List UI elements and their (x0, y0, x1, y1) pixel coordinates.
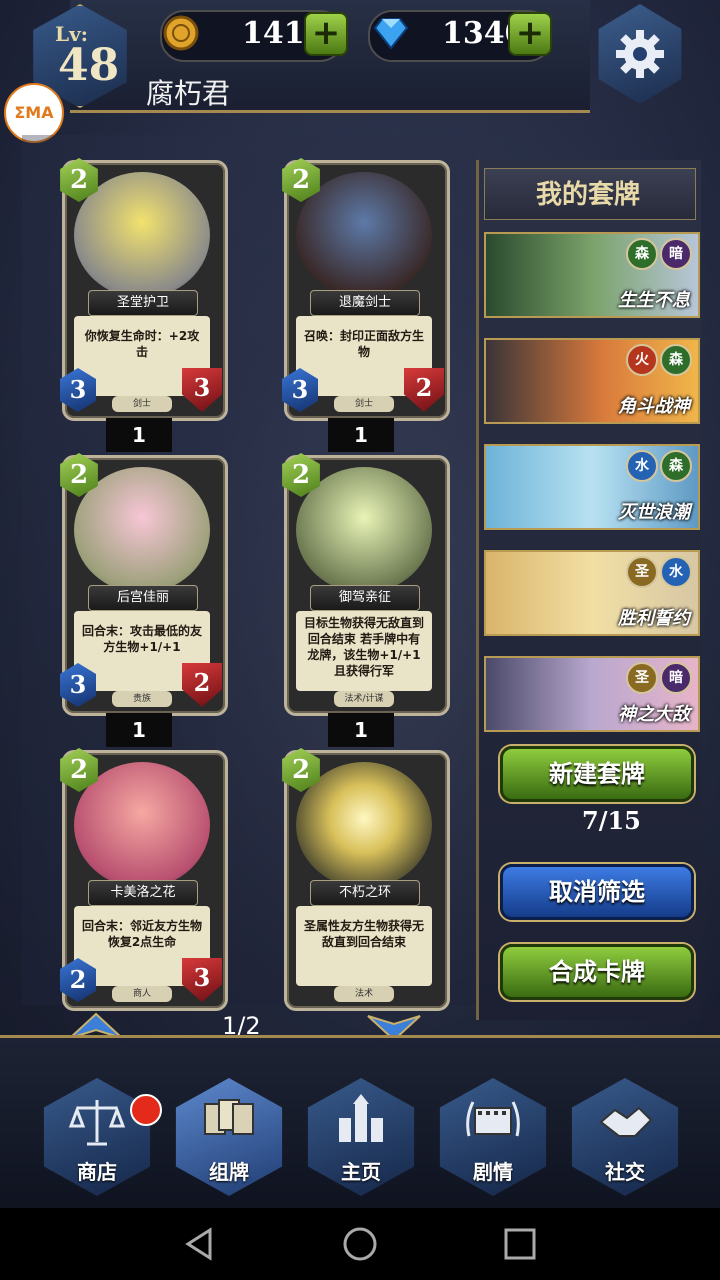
card-description: 圣属性友方生物获得无敌直到回合结束 (303, 919, 424, 949)
level-value: 48 (58, 40, 120, 91)
card-description: 目标生物获得无敌直到回合结束 若手牌中有龙牌，该生物+1/+1且获得行军 (303, 616, 424, 678)
deck-name: 神之大敌 (618, 704, 690, 725)
nav-label: 主页 (341, 1160, 381, 1184)
card-name: 不朽之环 (310, 880, 420, 906)
nav-label: 组牌 (209, 1160, 249, 1184)
card-description: 召唤：封印正面敌方生物 (303, 329, 424, 359)
card-slot[interactable]: 卡美洛之花 回合末：邻近友方生物恢复2点生命 商人 2 2 3 (60, 748, 228, 1011)
recents-icon[interactable] (500, 1224, 540, 1264)
card-slot[interactable]: 退魔剑士 召唤：封印正面敌方生物 剑士 2 3 2 1 (282, 158, 450, 452)
deck-name: 胜利誓约 (618, 608, 690, 629)
card-count: 1 (106, 418, 172, 452)
deck-title: 我的套牌 (536, 180, 641, 210)
card-slot[interactable]: 不朽之环 圣属性友方生物获得无敌直到回合结束 法术 2 (282, 748, 450, 1011)
nav-home[interactable]: 主页 (302, 1078, 420, 1196)
deck-item[interactable]: 圣 暗 神之大敌 (484, 656, 700, 732)
card-slot[interactable]: 后宫佳丽 回合末：攻击最低的友方生物+1/+1 贵族 2 3 2 1 (60, 453, 228, 747)
overlay-badge[interactable]: ΣMA (4, 83, 64, 143)
element-fire-badge: 火 (626, 344, 658, 376)
back-icon[interactable] (180, 1224, 220, 1264)
handshake-icon (599, 1106, 653, 1137)
nav-label: 剧情 (473, 1160, 513, 1184)
card-name: 退魔剑士 (310, 290, 420, 316)
film-icon (466, 1101, 520, 1137)
notification-dot (130, 1094, 162, 1126)
player-name: 腐朽君 (146, 77, 231, 110)
card-description: 你恢复生命时：+2攻击 (84, 329, 200, 359)
element-water-badge: 水 (660, 556, 692, 588)
cards-icon (204, 1099, 254, 1135)
gold-coin-icon (163, 15, 199, 51)
card-type: 剑士 (334, 396, 394, 412)
card-type: 剑士 (112, 396, 172, 412)
gear-icon (616, 30, 664, 78)
card-name: 后宫佳丽 (88, 585, 198, 611)
element-holy-badge: 圣 (626, 662, 658, 694)
nav-label: 社交 (605, 1160, 645, 1184)
nav-label: 商店 (77, 1160, 117, 1184)
card-count: 1 (328, 713, 394, 747)
card-description: 回合末：邻近友方生物恢复2点生命 (81, 919, 202, 949)
deck-item[interactable]: 水 森 灭世浪潮 (484, 444, 700, 530)
castle-icon (339, 1094, 383, 1142)
element-water-badge: 水 (626, 450, 658, 482)
deck-item[interactable]: 森 暗 生生不息 (484, 232, 700, 318)
cancel-filter-button[interactable]: 取消筛选 (500, 864, 694, 920)
element-dark-badge: 暗 (660, 662, 692, 694)
element-dark-badge: 暗 (660, 238, 692, 270)
card-description: 回合末：攻击最低的友方生物+1/+1 (81, 624, 202, 654)
craft-card-button[interactable]: 合成卡牌 (500, 944, 694, 1000)
card-name: 御驾亲征 (310, 585, 420, 611)
diamond-icon (373, 18, 409, 50)
deck-item[interactable]: 圣 水 胜利誓约 (484, 550, 700, 636)
new-deck-button[interactable]: 新建套牌 (500, 746, 694, 802)
card-type: 贵族 (112, 691, 172, 707)
deck-name: 灭世浪潮 (618, 502, 690, 523)
element-forest-badge: 森 (660, 344, 692, 376)
nav-story[interactable]: 剧情 (434, 1078, 552, 1196)
deck-name: 生生不息 (618, 290, 690, 311)
card-name: 卡美洛之花 (88, 880, 198, 906)
nav-social[interactable]: 社交 (566, 1078, 684, 1196)
card-type: 商人 (112, 986, 172, 1002)
card-name: 圣堂护卫 (88, 290, 198, 316)
deck-count: 7/15 (582, 806, 641, 835)
deck-item[interactable]: 火 森 角斗战神 (484, 338, 700, 424)
element-holy-badge: 圣 (626, 556, 658, 588)
card-type: 法术/计谋 (334, 691, 394, 707)
card-slot[interactable]: 御驾亲征 目标生物获得无敌直到回合结束 若手牌中有龙牌，该生物+1/+1且获得行… (282, 453, 450, 747)
card-type: 法术 (334, 986, 394, 1002)
nav-deck[interactable]: 组牌 (170, 1078, 288, 1196)
home-icon[interactable] (340, 1224, 380, 1264)
add-gems-button[interactable]: + (508, 12, 552, 56)
card-count: 1 (328, 418, 394, 452)
add-gold-button[interactable]: + (304, 12, 348, 56)
card-slot[interactable]: 圣堂护卫 你恢复生命时：+2攻击 剑士 2 3 3 1 (60, 158, 228, 452)
element-forest-badge: 森 (660, 450, 692, 482)
deck-name: 角斗战神 (618, 396, 690, 417)
card-count: 1 (106, 713, 172, 747)
scales-icon (68, 1100, 126, 1146)
element-forest-badge: 森 (626, 238, 658, 270)
